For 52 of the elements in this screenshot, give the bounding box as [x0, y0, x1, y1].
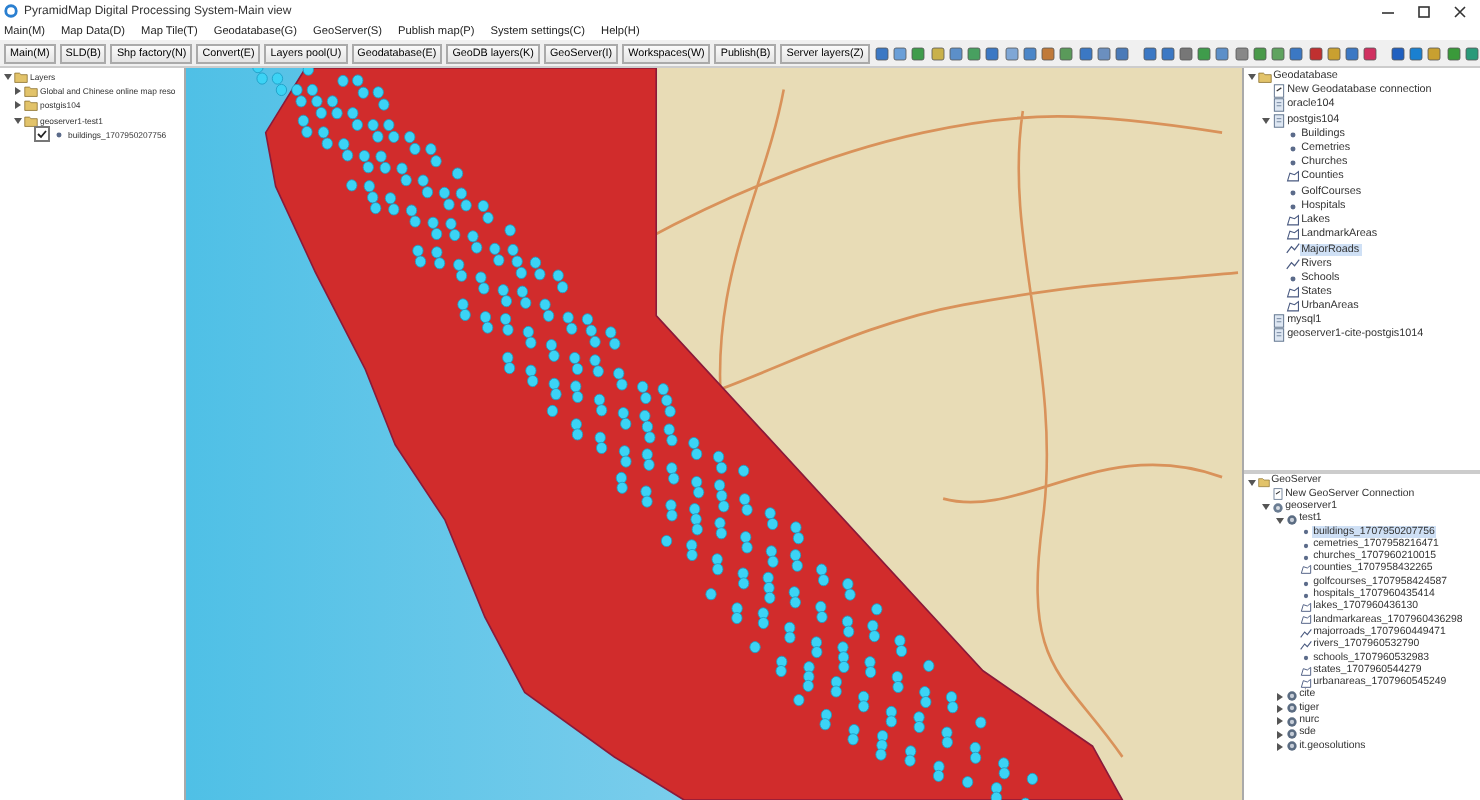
- collapsed-toggle-icon[interactable]: [1273, 700, 1286, 718]
- app-logo-icon: [4, 4, 18, 18]
- toolbar-icon-button[interactable]: [1463, 43, 1480, 63]
- connection-icon: [1271, 84, 1286, 99]
- toolbar-icon-button[interactable]: [1362, 43, 1379, 63]
- toolbar-icon-button[interactable]: [1159, 43, 1176, 63]
- toolbar-icon-button[interactable]: [1003, 43, 1020, 63]
- toolbar-icon-button[interactable]: [1288, 43, 1306, 63]
- folder-icon: [1257, 476, 1270, 489]
- toolbar-icon-button[interactable]: [1039, 43, 1057, 63]
- collapsed-toggle-icon[interactable]: [1273, 712, 1286, 731]
- toolbar-icon-button[interactable]: [929, 43, 946, 63]
- toolbar-icon-button[interactable]: [1058, 43, 1075, 63]
- toolbar-icon-button[interactable]: [1076, 43, 1094, 63]
- toolbar-icon-button[interactable]: [1021, 43, 1038, 63]
- checkbox[interactable]: [34, 126, 50, 142]
- toolbar-icon-button[interactable]: [984, 43, 1001, 63]
- maximize-icon[interactable]: [1416, 3, 1432, 19]
- connection-icon: [1271, 488, 1284, 501]
- collapsed-toggle-icon[interactable]: [1273, 687, 1286, 706]
- toolbar-icon-button[interactable]: [1214, 43, 1232, 63]
- point-icon: [1285, 271, 1300, 286]
- toolbar-icon-button[interactable]: [1095, 43, 1112, 63]
- map-drawing[interactable]: [185, 68, 1242, 800]
- server-icon: [1271, 501, 1284, 514]
- toolbar-icon-button[interactable]: [1325, 43, 1343, 63]
- toolbar-icon-button[interactable]: [1196, 43, 1213, 63]
- toolbar-icon-button[interactable]: [1344, 43, 1361, 63]
- point-icon: [52, 127, 66, 142]
- toolbar-icon-button[interactable]: [1177, 43, 1195, 63]
- toolbar-icon-button[interactable]: [873, 43, 891, 63]
- toolbar-icon-button[interactable]: [947, 43, 965, 63]
- polygon-icon: [1285, 170, 1300, 185]
- polygon-icon: [1299, 564, 1312, 577]
- toolbar-icon-button[interactable]: [1270, 43, 1287, 63]
- toolbar-icon-button[interactable]: [1251, 43, 1269, 63]
- toolbar-icon-button[interactable]: [1140, 43, 1158, 63]
- toolbar-icon-button[interactable]: [1233, 43, 1250, 63]
- toolbar-icon-button[interactable]: [1408, 43, 1425, 63]
- toolbar-icon-button[interactable]: [1307, 43, 1324, 63]
- toolbar-icon-button[interactable]: [1426, 43, 1443, 63]
- toolbar-icon-button[interactable]: [1444, 43, 1462, 63]
- close-icon[interactable]: [1452, 3, 1468, 19]
- toolbar-icon-button[interactable]: [966, 43, 983, 63]
- collapsed-toggle-icon[interactable]: [1273, 725, 1286, 744]
- toolbar-icon-button[interactable]: [1389, 43, 1407, 63]
- workspace-icon: [1285, 514, 1298, 527]
- point-icon: [1299, 652, 1312, 665]
- toolbar-icon-button[interactable]: [1113, 43, 1131, 63]
- toolbar-icon-button[interactable]: [910, 43, 928, 63]
- toolbar-icon-button[interactable]: [892, 43, 909, 63]
- collapsed-toggle-icon[interactable]: [1273, 737, 1286, 756]
